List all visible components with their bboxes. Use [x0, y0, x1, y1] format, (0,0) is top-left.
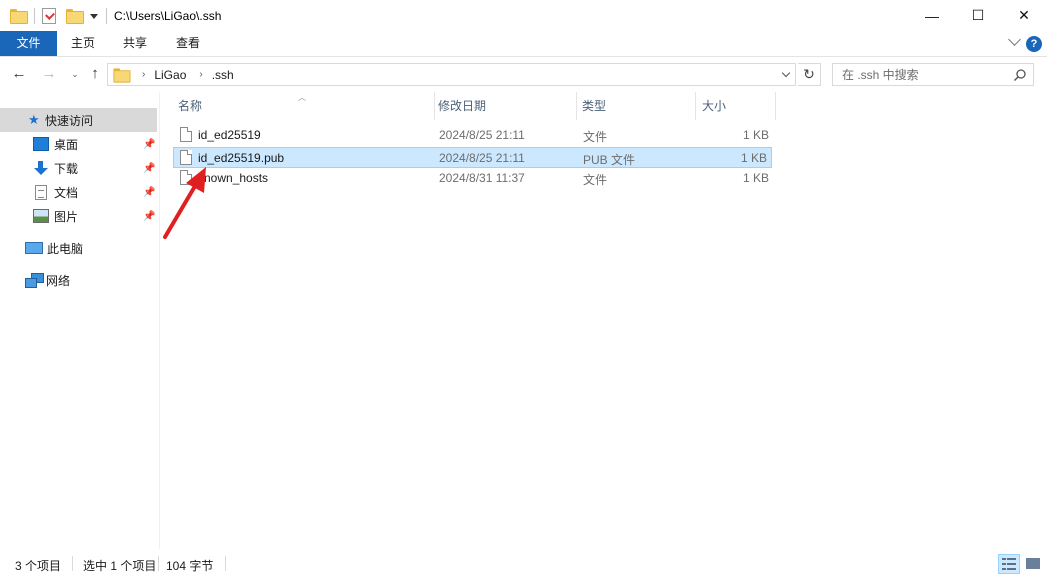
search-input[interactable]	[833, 67, 1003, 82]
table-row[interactable]: id_ed25519 2024/8/25 21:11 文件 1 KB	[174, 125, 773, 146]
ribbon-tabs: 文件 主页 共享 查看 ?	[0, 31, 1047, 57]
sidebar-item-label: 图片	[54, 209, 79, 224]
column-header-type[interactable]: 类型	[574, 92, 694, 120]
pin-icon[interactable]: 📌	[143, 139, 155, 150]
expand-ribbon-chevron-icon[interactable]	[1008, 33, 1021, 46]
column-header-name[interactable]: 名称	[170, 92, 434, 120]
status-selected-count: 选中 1 个项目	[83, 559, 157, 573]
back-arrow-icon[interactable]: ←	[10, 65, 28, 83]
column-divider[interactable]	[775, 92, 776, 120]
navigation-pane: ★ 快速访问 桌面 📌 下载 📌 文档 📌 图片 📌 此电脑 网络	[0, 92, 159, 549]
search-box[interactable]	[832, 63, 1034, 86]
sidebar-item-documents[interactable]: 文档 📌	[0, 180, 157, 204]
sidebar-item-label: 快速访问	[45, 113, 94, 128]
pictures-icon	[33, 209, 49, 223]
tab-view[interactable]: 查看	[176, 31, 200, 56]
file-name: id_ed25519	[198, 128, 261, 142]
status-divider	[158, 556, 159, 571]
pin-icon[interactable]: 📌	[143, 211, 155, 222]
column-header-modified[interactable]: 修改日期	[430, 92, 574, 120]
file-type: 文件	[583, 130, 608, 144]
breadcrumb-ligao[interactable]: LiGao	[154, 68, 186, 82]
sidebar-item-pictures[interactable]: 图片 📌	[0, 204, 157, 228]
download-icon	[33, 161, 49, 175]
star-icon: ★	[28, 112, 40, 127]
properties-icon[interactable]	[42, 7, 56, 24]
sidebar-item-quick-access[interactable]: ★ 快速访问	[0, 108, 157, 132]
title-bar: C:\Users\LiGao\.ssh — ☐ ✕	[0, 0, 1047, 31]
breadcrumb-separator[interactable]: ›	[199, 69, 202, 80]
large-icons-view-button[interactable]	[1022, 554, 1044, 574]
folder-icon	[113, 68, 131, 83]
sidebar-item-desktop[interactable]: 桌面 📌	[0, 132, 157, 156]
sidebar-item-network[interactable]: 网络	[0, 268, 70, 292]
column-header-size[interactable]: 大小	[694, 92, 776, 120]
status-selected-size: 104 字节	[166, 559, 214, 573]
file-size: 1 KB	[740, 151, 767, 165]
file-type: 文件	[583, 173, 608, 187]
pin-icon[interactable]: 📌	[143, 163, 155, 174]
status-divider	[225, 556, 226, 571]
sidebar-item-label: 文档	[54, 185, 79, 200]
pin-icon[interactable]: 📌	[143, 187, 155, 198]
breadcrumb-ssh[interactable]: .ssh	[212, 68, 234, 82]
sidebar-item-label: 桌面	[54, 137, 79, 152]
file-icon	[180, 127, 192, 142]
sidebar-item-label: 此电脑	[47, 241, 84, 256]
sidebar-item-label: 网络	[46, 273, 71, 288]
customize-toolbar-chevron-icon[interactable]	[90, 14, 98, 19]
up-arrow-icon[interactable]: ↑	[86, 65, 104, 83]
search-icon[interactable]	[1013, 68, 1027, 82]
status-item-count: 3 个项目	[15, 559, 62, 573]
file-modified: 2024/8/25 21:11	[439, 151, 525, 165]
file-modified: 2024/8/31 11:37	[439, 171, 525, 185]
sidebar-item-label: 下载	[54, 161, 79, 176]
tab-file[interactable]: 文件	[0, 31, 57, 56]
window-title: C:\Users\LiGao\.ssh	[114, 8, 222, 23]
status-bar: 3 个项目 选中 1 个项目 104 字节	[0, 549, 1047, 577]
file-size: 1 KB	[742, 171, 769, 185]
breadcrumb-separator[interactable]: ›	[142, 69, 145, 80]
toolbar-divider	[34, 7, 35, 24]
quick-access-toolbar	[0, 0, 98, 31]
file-list: ︿ 名称 修改日期 类型 大小 id_ed25519 2024/8/25 21:…	[160, 92, 1047, 549]
file-modified: 2024/8/25 21:11	[439, 128, 525, 142]
computer-icon	[25, 242, 43, 254]
refresh-button[interactable]: ↻	[798, 63, 821, 86]
forward-arrow-icon[interactable]: →	[40, 65, 58, 83]
file-name: id_ed25519.pub	[198, 151, 285, 165]
annotation-arrow-icon	[163, 167, 206, 239]
address-bar[interactable]: › LiGao › .ssh	[107, 63, 796, 86]
folder-icon	[10, 9, 28, 24]
document-icon	[35, 184, 47, 200]
file-size: 1 KB	[742, 128, 769, 142]
close-button[interactable]: ✕	[1001, 0, 1047, 31]
help-icon[interactable]: ?	[1026, 36, 1042, 52]
file-type: PUB 文件	[583, 153, 636, 167]
navigation-bar: ← → ⌄ ↑ › LiGao › .ssh ↻	[0, 57, 1047, 92]
table-row[interactable]: known_hosts 2024/8/31 11:37 文件 1 KB	[174, 168, 773, 189]
tab-home[interactable]: 主页	[71, 31, 95, 56]
table-row-selected[interactable]: id_ed25519.pub 2024/8/25 21:11 PUB 文件 1 …	[173, 147, 772, 168]
details-view-button[interactable]	[998, 554, 1020, 574]
new-folder-icon[interactable]	[66, 9, 84, 24]
minimize-button[interactable]: —	[909, 0, 955, 31]
title-divider	[106, 7, 107, 24]
maximize-button[interactable]: ☐	[955, 0, 1001, 31]
address-history-chevron-icon[interactable]	[781, 68, 791, 78]
recent-locations-chevron-icon[interactable]: ⌄	[66, 65, 84, 83]
sidebar-item-this-pc[interactable]: 此电脑	[0, 236, 83, 260]
status-divider	[72, 556, 73, 571]
tab-share[interactable]: 共享	[123, 31, 147, 56]
network-icon	[25, 273, 44, 288]
sidebar-item-downloads[interactable]: 下载 📌	[0, 156, 157, 180]
desktop-icon	[33, 137, 49, 151]
